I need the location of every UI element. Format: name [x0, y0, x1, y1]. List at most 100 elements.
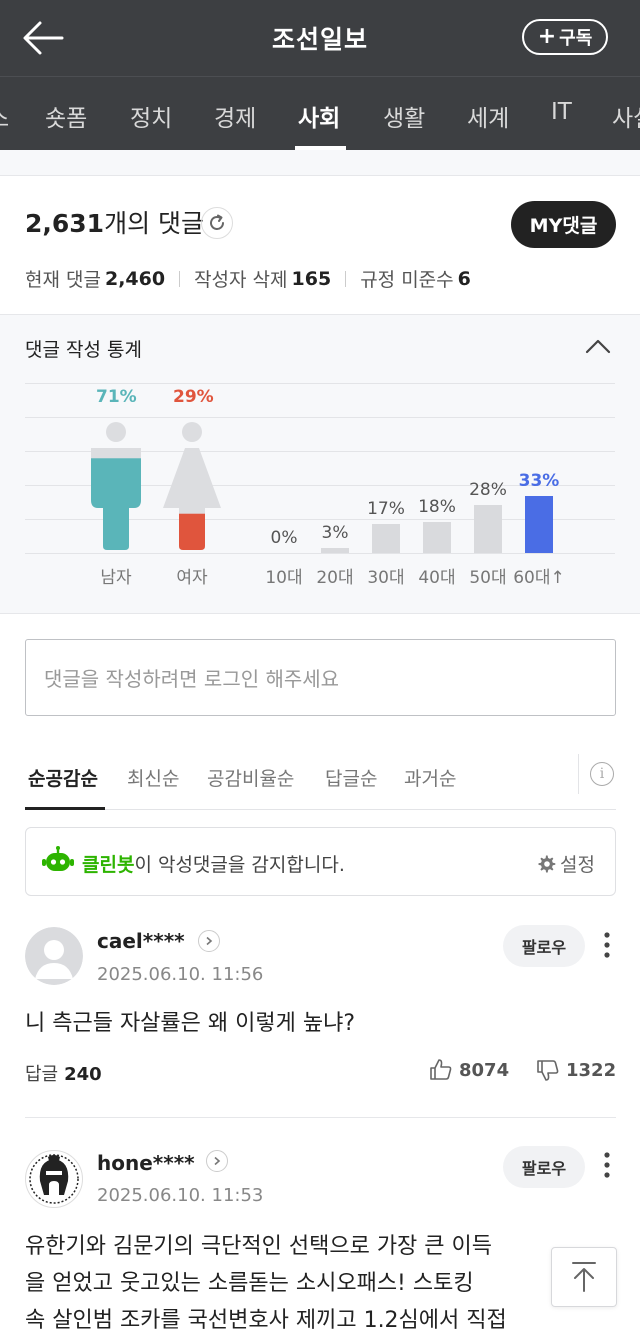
gridline — [25, 383, 615, 384]
age-label: 40대 — [418, 568, 456, 588]
comment-input-placeholder: 댓글을 작성하려면 로그인 해주세요 — [44, 667, 340, 691]
thumbs-down-icon — [537, 1060, 559, 1081]
scroll-to-top-button[interactable] — [551, 1247, 617, 1307]
sort-by-ratio[interactable]: 공감비율순 — [207, 764, 294, 791]
age-label: 60대↑ — [513, 568, 565, 588]
divider — [345, 270, 347, 287]
tab-it[interactable]: IT — [551, 99, 572, 125]
sort-by-oldest[interactable]: 과거순 — [404, 764, 456, 791]
tab-society[interactable]: 사회 — [298, 99, 340, 133]
age-percentage: 3% — [321, 522, 349, 543]
tab-life[interactable]: 생활 — [383, 99, 425, 133]
age-percentage: 18% — [418, 496, 456, 517]
age-percentage: 33% — [518, 471, 560, 491]
follow-button[interactable]: 팔로우 — [503, 925, 585, 967]
spartan-helmet-avatar-icon — [29, 1154, 79, 1204]
statistics-title: 댓글 작성 통계 — [25, 339, 142, 361]
male-label: 남자 — [100, 568, 132, 588]
comment-body-line: 을 얻었고 웃고있는 소름돋는 소시오패스! 스토킹 — [25, 1271, 474, 1296]
default-avatar-icon — [25, 927, 83, 985]
tab-sports[interactable]: 스 — [0, 99, 9, 133]
gear-icon — [538, 855, 556, 872]
current-comments-label: 현재 댓글 — [25, 269, 101, 291]
tab-editorial[interactable]: 사설 — [612, 99, 640, 133]
tab-world[interactable]: 세계 — [467, 99, 509, 133]
deleted-comments-value: 165 — [291, 267, 332, 290]
age-percentage: 0% — [270, 528, 298, 548]
comment-username[interactable]: cael**** — [97, 929, 185, 953]
comment-count-number: 2,631 — [25, 209, 105, 238]
comment-body-line: 유한기와 김문기의 극단적인 선택으로 가장 큰 이득 — [25, 1234, 493, 1259]
male-percentage: 71% — [96, 387, 137, 407]
reply-label: 답글 — [25, 1064, 59, 1085]
comment-statistics-panel: 댓글 작성 통계 71% 29% 남자 여자 0% 10대 3% 20대 17%… — [0, 314, 640, 614]
divider — [578, 754, 579, 794]
age-bar — [474, 504, 502, 553]
comment-body: 니 측근들 자살률은 왜 이렇게 높냐? — [25, 1011, 356, 1036]
sort-by-replies[interactable]: 답글순 — [325, 764, 377, 791]
comment-timestamp: 2025.06.10. 11:53 — [97, 1185, 264, 1206]
age-label: 30대 — [367, 568, 405, 588]
info-icon[interactable]: i — [590, 762, 614, 786]
dislike-count: 1322 — [566, 1059, 617, 1081]
age-percentage: 17% — [367, 498, 405, 519]
age-percentage: 28% — [469, 479, 507, 500]
tab-economy[interactable]: 경제 — [214, 99, 256, 133]
cleanbot-settings-button[interactable]: 설정 — [536, 850, 595, 877]
sort-by-likes[interactable]: 순공감순 — [28, 764, 98, 791]
female-percentage: 29% — [173, 387, 214, 407]
chevron-up-icon[interactable] — [584, 337, 612, 357]
chevron-right-icon[interactable] — [198, 930, 220, 952]
like-count: 8074 — [459, 1059, 510, 1081]
age-label: 10대 — [265, 568, 303, 588]
age-bar — [423, 521, 451, 553]
thumbs-up-icon — [430, 1059, 452, 1080]
comment-username[interactable]: hone**** — [97, 1151, 195, 1175]
cleanbot-description: 이 악성댓글을 감지합니다. — [134, 854, 345, 876]
tab-politics[interactable]: 정치 — [130, 99, 172, 133]
comment-count: 2,631개의 댓글 — [25, 204, 204, 240]
female-label: 여자 — [176, 568, 208, 588]
category-tabs: 스 숏폼 정치 경제 사회 생활 세계 IT 사설 — [0, 76, 640, 150]
sort-by-latest[interactable]: 최신순 — [127, 764, 179, 791]
section-spacer — [0, 150, 640, 176]
age-bar — [321, 547, 349, 553]
subscribe-button[interactable]: + 구독 — [522, 19, 608, 55]
gridline — [25, 417, 615, 418]
gridline — [25, 553, 615, 554]
follow-button[interactable]: 팔로우 — [503, 1146, 585, 1188]
arrow-up-icon — [572, 1262, 596, 1292]
female-figure-icon — [163, 422, 221, 550]
avatar[interactable] — [25, 927, 83, 985]
comment-body-line: 속 살인범 조카를 국선변호사 제끼고 1.2심에서 직접 — [25, 1308, 507, 1333]
male-fill-bar — [91, 458, 141, 550]
avatar[interactable] — [25, 1150, 83, 1208]
more-options-icon[interactable] — [602, 1151, 612, 1181]
like-button[interactable]: 8074 — [429, 1058, 509, 1082]
sort-options: 순공감순 최신순 공감비율순 답글순 과거순 i — [25, 740, 616, 810]
age-label: 20대 — [316, 568, 354, 588]
active-sort-indicator — [25, 807, 105, 810]
refresh-icon[interactable] — [201, 207, 233, 239]
my-comments-button[interactable]: MY댓글 — [511, 201, 616, 248]
cleanbot-name[interactable]: 클린봇 — [82, 854, 134, 876]
reply-button[interactable]: 답글 240 — [25, 1060, 102, 1086]
age-bar — [525, 496, 553, 553]
dislike-button[interactable]: 1322 — [536, 1058, 616, 1082]
more-options-icon[interactable] — [602, 931, 612, 961]
age-bar — [372, 523, 400, 553]
divider — [179, 270, 181, 287]
violation-comments-value: 6 — [457, 267, 471, 290]
cleanbot-banner: 클린봇이 악성댓글을 감지합니다. 설정 — [25, 827, 616, 896]
top-bar: 조선일보 + 구독 — [0, 0, 640, 76]
violation-comments-label: 규정 미준수 — [360, 269, 454, 291]
reply-count: 240 — [64, 1064, 102, 1085]
female-fill-bar — [163, 513, 221, 550]
chevron-right-icon[interactable] — [206, 1150, 228, 1172]
tab-shortform[interactable]: 숏폼 — [45, 99, 87, 133]
comment-count-suffix: 개의 댓글 — [104, 209, 205, 238]
current-comments-value: 2,460 — [104, 267, 166, 290]
comment-input[interactable]: 댓글을 작성하려면 로그인 해주세요 — [25, 639, 616, 716]
plus-icon: + — [537, 24, 557, 49]
comment-stats-line: 현재 댓글 2,460 작성자 삭제 165 규정 미준수 6 — [25, 265, 471, 292]
